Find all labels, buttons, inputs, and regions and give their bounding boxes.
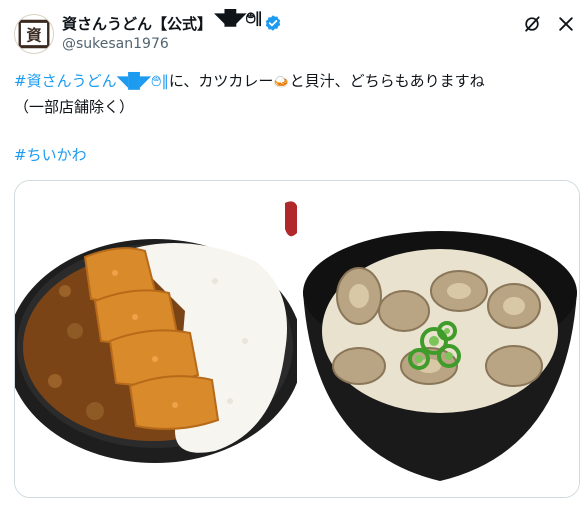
verified-badge-icon (266, 15, 281, 31)
grok-icon[interactable] (522, 14, 542, 34)
hashtag-chiikawa[interactable]: #ちいかわ (14, 146, 87, 164)
avatar[interactable]: 資 (14, 14, 54, 54)
author-display-name[interactable]: 資さんうどん【公式】 (62, 13, 212, 34)
post-text-line1: #資さんうどん◥█̆̈◤࿉∥に、カツカレー🍛と貝汁、どちらもありますね (14, 72, 485, 90)
media-image-clam-soup[interactable] (299, 181, 579, 497)
author-name-row: 資さんうどん【公式】 ◥█̆̈◤࿉∥ (62, 9, 282, 34)
media-image-katsu-curry[interactable] (15, 181, 297, 497)
author-kaomoji: ◥█̆̈◤࿉∥ (214, 9, 262, 27)
hashtag-sukesan-udon[interactable]: #資さんうどん◥█̆̈◤࿉∥ (14, 72, 169, 90)
svg-text:資: 資 (26, 27, 41, 45)
post-text-line2: （一部店舗除く） (14, 98, 135, 116)
close-icon[interactable] (556, 14, 576, 34)
author-handle[interactable]: @sukesan1976 (62, 36, 169, 52)
post-text: #資さんうどん◥█̆̈◤࿉∥に、カツカレー🍛と貝汁、どちらもありますね （一部店… (14, 69, 580, 167)
curry-emoji: 🍛 (273, 75, 290, 90)
sukesan-logo-icon: 資 (17, 19, 51, 49)
katsu-curry-photo-icon (15, 181, 297, 497)
clam-soup-photo-icon (299, 181, 579, 497)
post-top-actions (522, 14, 576, 34)
post-media-grid (14, 180, 580, 498)
